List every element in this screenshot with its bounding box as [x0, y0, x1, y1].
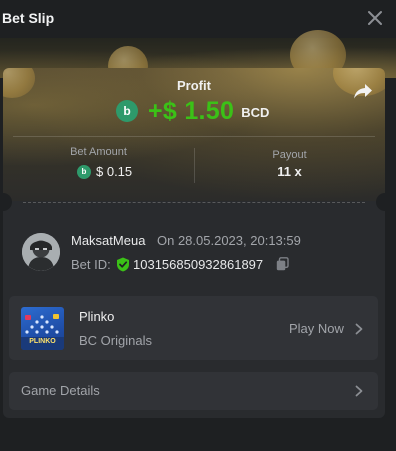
profit-amount: b +$ 1.50 BCD: [116, 95, 269, 127]
game-card[interactable]: PLINKO Plinko BC Originals Play Now: [9, 296, 378, 360]
profit-value: +$ 1.50: [148, 96, 235, 125]
payout-value: 11 x: [277, 164, 302, 179]
bet-slip-card: Profit b +$ 1.50 BCD Bet Amount b $ 0.15…: [3, 68, 385, 418]
bet-amount: b $ 0.15: [77, 164, 132, 179]
dashed-divider: [23, 202, 365, 203]
game-thumbnail-text: PLINKO: [29, 338, 56, 345]
bc-coin-icon: b: [116, 100, 138, 122]
bc-coin-icon: b: [77, 164, 91, 179]
game-details-button[interactable]: Game Details: [9, 372, 378, 410]
game-thumbnail: PLINKO: [21, 307, 64, 350]
game-provider: BC Originals: [79, 333, 152, 348]
divider: [13, 136, 375, 137]
bet-amount-label: Bet Amount: [70, 146, 127, 158]
bet-amount-value: $ 0.15: [96, 164, 133, 179]
ticket-notch: [376, 193, 385, 211]
chevron-right-icon: [355, 385, 363, 397]
game-name: Plinko: [79, 309, 115, 324]
game-details-label: Game Details: [21, 383, 100, 398]
bet-info: MaksatMeua On 28.05.2023, 20:13:59 Bet I…: [3, 218, 385, 288]
profit-currency: BCD: [241, 104, 270, 120]
chevron-right-icon: [355, 323, 363, 335]
share-icon[interactable]: [353, 82, 373, 100]
play-now-button[interactable]: Play Now: [289, 321, 344, 336]
copy-icon[interactable]: [276, 257, 289, 271]
bet-id-label: Bet ID:: [71, 257, 111, 272]
profit-label: Profit: [177, 78, 211, 93]
username[interactable]: MaksatMeua: [71, 233, 145, 248]
close-icon[interactable]: [366, 9, 384, 27]
bet-id-value: 103156850932861897: [133, 257, 264, 272]
bet-slip-header: Bet Slip: [0, 0, 396, 38]
verified-shield-icon: [117, 257, 129, 272]
avatar[interactable]: [22, 233, 60, 271]
avatar-image: [22, 233, 60, 271]
payout-label: Payout: [272, 149, 307, 161]
bet-datetime: On 28.05.2023, 20:13:59: [157, 233, 301, 248]
page-title: Bet Slip: [2, 10, 55, 26]
